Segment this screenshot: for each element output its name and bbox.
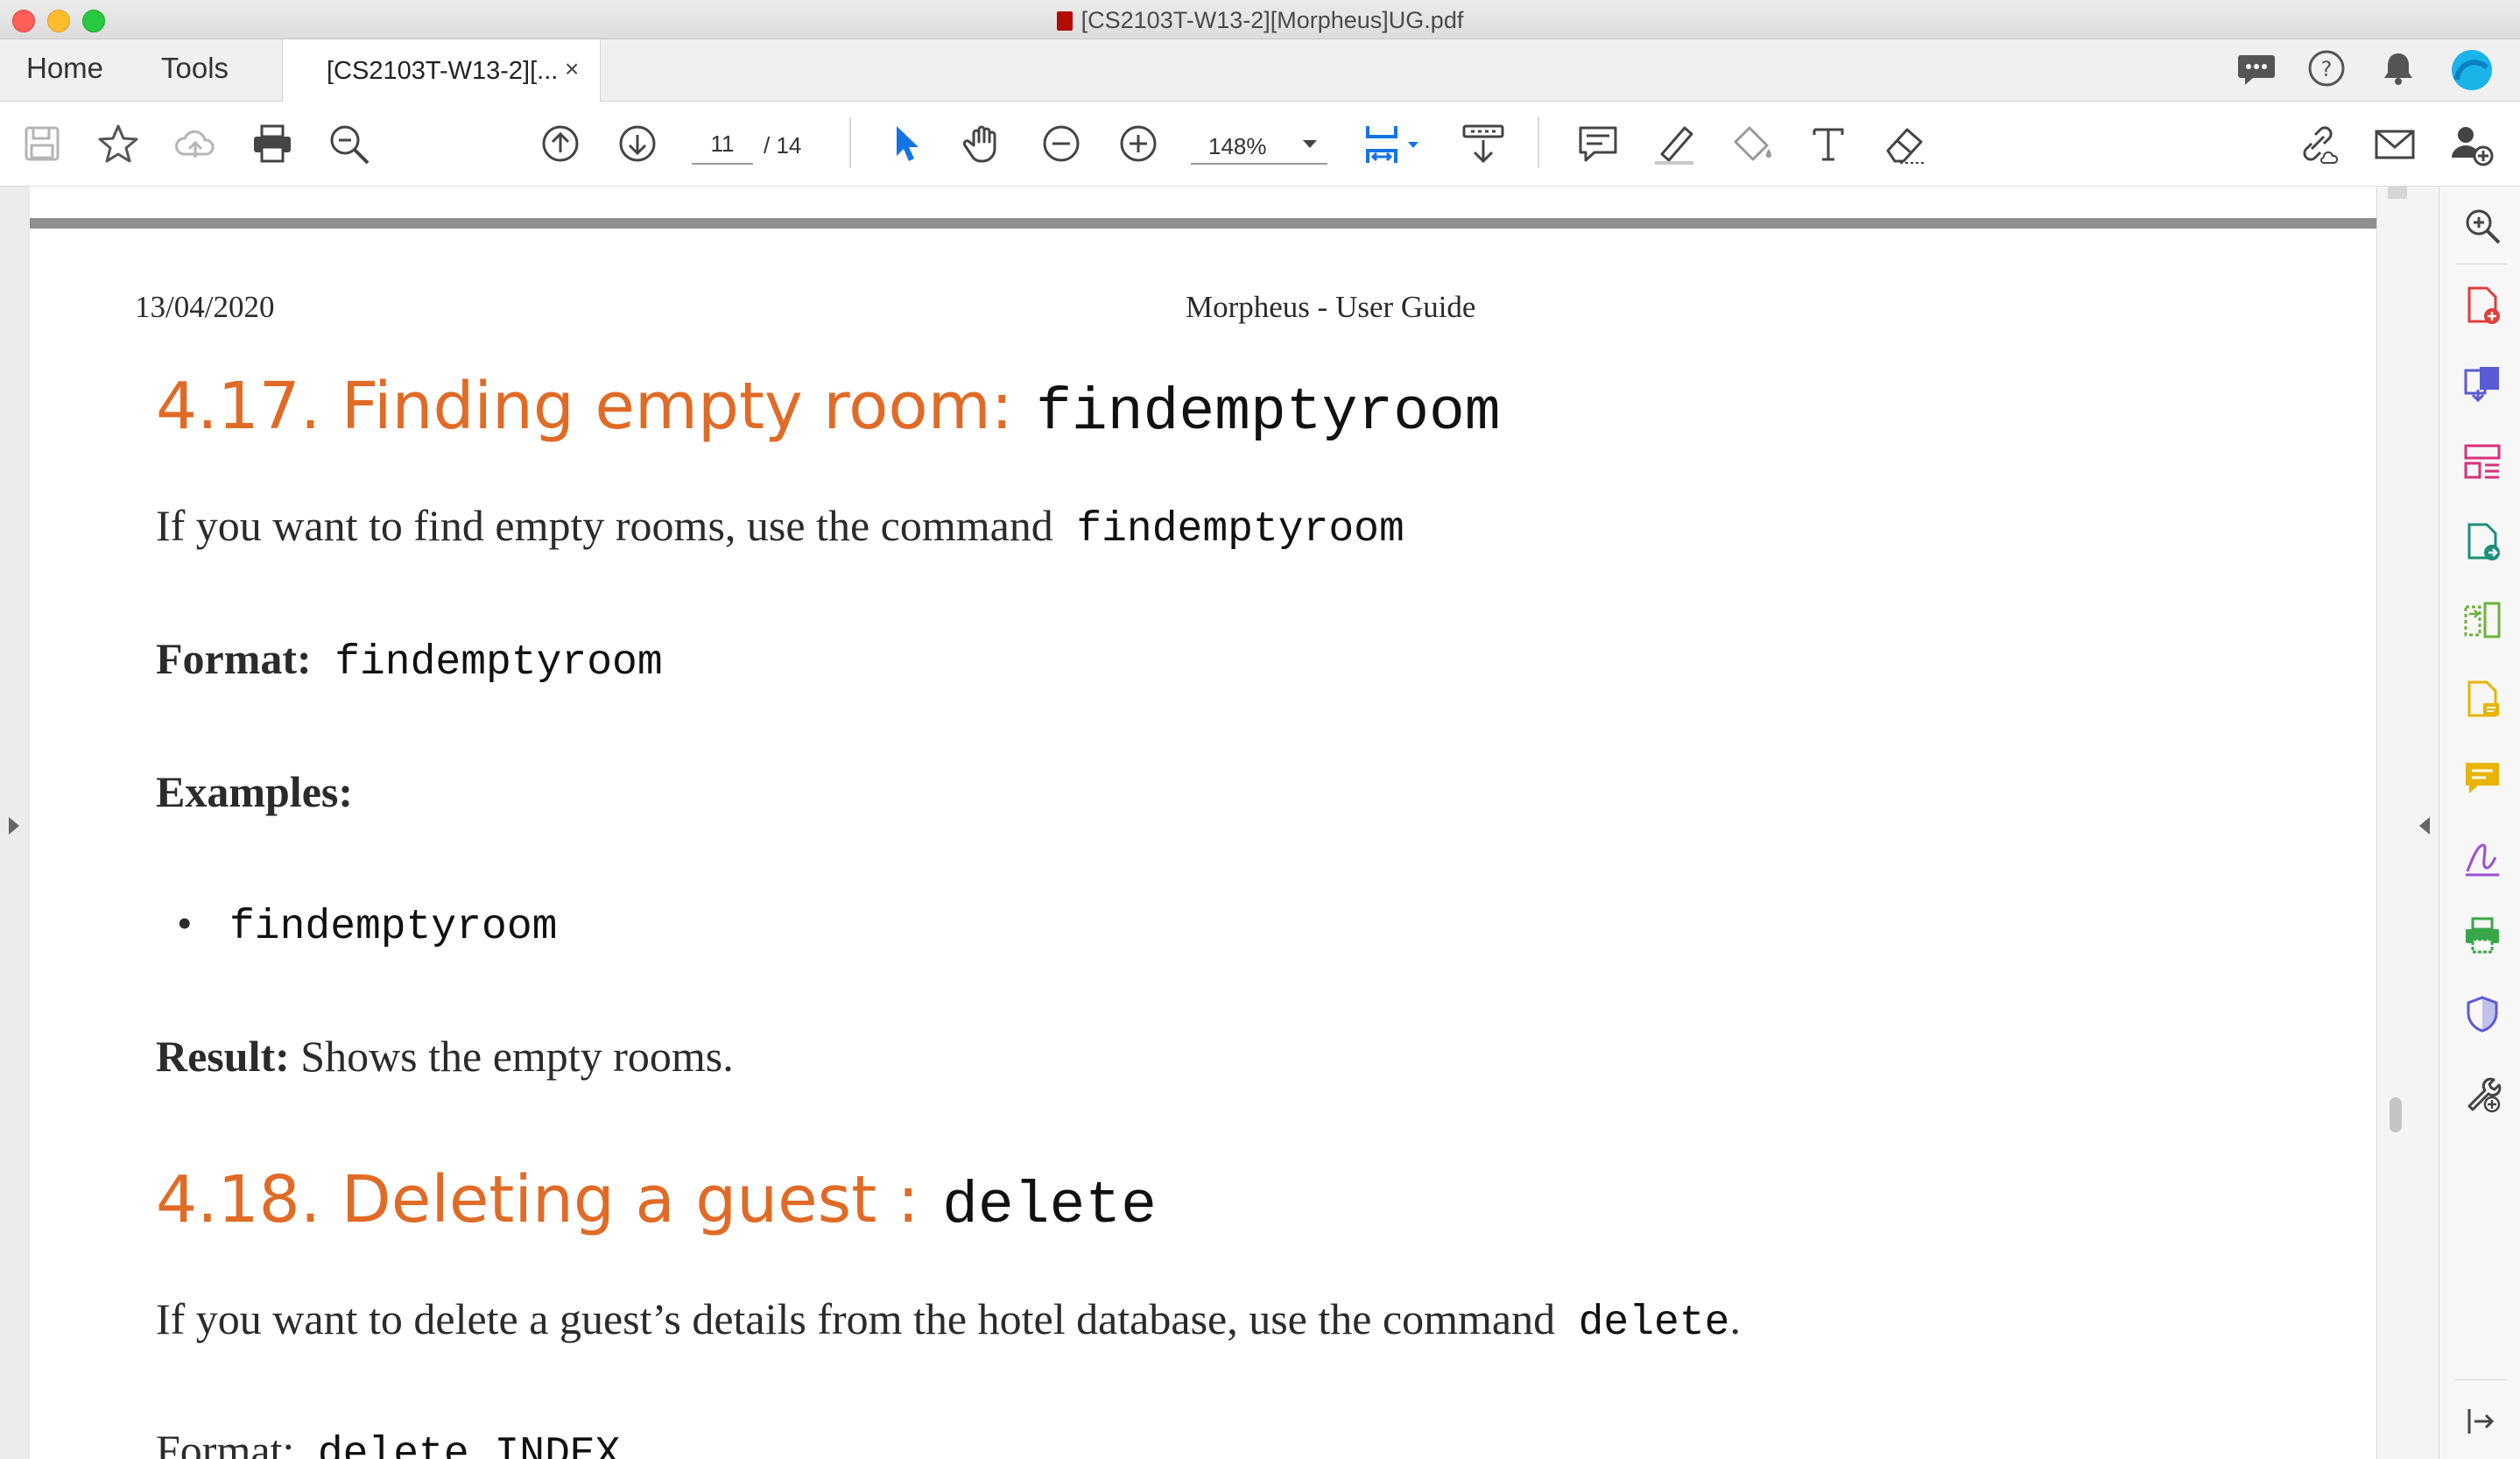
more-tools-icon[interactable]	[2462, 1073, 2502, 1113]
notifications-bell-icon[interactable]	[2378, 48, 2418, 88]
intro-end: .	[1729, 1294, 1741, 1343]
format-label: Format:	[156, 1426, 295, 1459]
result-line: Result: Shows the empty rooms.	[156, 1031, 734, 1082]
page-boundary-rule	[30, 218, 2376, 229]
examples-label: Examples:	[156, 767, 353, 816]
page-number-input[interactable]: 11	[692, 124, 753, 165]
fill-sign-icon[interactable]	[2462, 679, 2502, 719]
vertical-scrollbar[interactable]	[2376, 187, 2439, 1459]
result-label: Result:	[156, 1032, 290, 1081]
search-icon[interactable]	[2462, 206, 2502, 246]
format-command: delete INDEX	[317, 1431, 621, 1459]
tab-home[interactable]: Home	[26, 52, 103, 85]
intro-text: If you want to find empty rooms, use the…	[156, 501, 1053, 550]
print-icon[interactable]	[250, 123, 294, 165]
section-title: 4.17. Finding empty room:	[156, 369, 1013, 444]
export-pdf-icon[interactable]	[2462, 363, 2502, 404]
example-list-item: • findemptyroom	[177, 898, 557, 951]
window-title: [CS2103T-W13-2][Morpheus]UG.pdf	[0, 7, 2520, 34]
section-heading-4-17: 4.17. Finding empty room: findemptyroom	[156, 369, 1501, 447]
help-icon[interactable]: ?	[2306, 48, 2347, 88]
format-command: findemptyroom	[334, 639, 663, 687]
section-command: delete	[942, 1173, 1157, 1240]
intro-command: delete	[1578, 1300, 1730, 1347]
tab-tools[interactable]: Tools	[161, 52, 229, 85]
scrollbar-thumb[interactable]	[2390, 1097, 2402, 1132]
edit-pdf-icon[interactable]	[2462, 521, 2502, 561]
section-command: findemptyroom	[1036, 379, 1501, 447]
format-line: Format: findemptyroom	[156, 633, 663, 687]
print-production-icon[interactable]	[2462, 915, 2502, 955]
comment-icon[interactable]	[1576, 123, 1620, 166]
example-command: findemptyroom	[229, 904, 558, 951]
section-intro: If you want to delete a guest’s details …	[156, 1293, 1741, 1347]
zoom-in-icon[interactable]	[1117, 123, 1159, 165]
toolbar-divider	[1538, 117, 1539, 168]
upload-cloud-icon[interactable]	[173, 123, 217, 165]
collapse-panel-icon[interactable]	[2462, 1404, 2497, 1439]
organize-pages-icon[interactable]	[2462, 442, 2502, 483]
comment-tool-icon[interactable]	[2462, 758, 2502, 798]
share-link-icon[interactable]	[2294, 123, 2341, 166]
document-tab-label: [CS2103T-W13-2][...	[327, 57, 559, 85]
read-mode-icon[interactable]	[1461, 123, 1506, 166]
svg-text:?: ?	[2321, 57, 2333, 81]
select-cursor-icon[interactable]	[888, 123, 926, 165]
format-line: Format: delete INDEX	[156, 1425, 620, 1459]
page-total-label: / 14	[764, 132, 802, 159]
protect-icon[interactable]	[2462, 994, 2502, 1034]
format-label: Format:	[156, 634, 312, 683]
close-tab-button[interactable]: ×	[565, 55, 579, 83]
chat-icon[interactable]	[2236, 48, 2277, 88]
bullet: •	[177, 899, 193, 948]
section-intro: If you want to find empty rooms, use the…	[156, 500, 1404, 553]
section-heading-4-18: 4.18. Deleting a guest : delete	[156, 1162, 1157, 1240]
toolbar-divider	[849, 117, 851, 168]
intro-command: findemptyroom	[1076, 506, 1404, 553]
pane-divider	[2455, 1379, 2506, 1380]
hand-tool-icon[interactable]	[961, 123, 1005, 166]
window-title-text: [CS2103T-W13-2][Morpheus]UG.pdf	[1081, 7, 1464, 33]
toolbar: 11 / 14 148%	[0, 102, 2520, 187]
eraser-icon[interactable]	[1883, 123, 1930, 166]
left-pane-collapsed[interactable]	[0, 187, 31, 1459]
zoom-out-icon[interactable]	[1040, 123, 1082, 165]
zoom-search-icon[interactable]	[327, 123, 373, 166]
account-avatar-icon[interactable]	[2448, 48, 2495, 92]
next-page-icon[interactable]	[616, 123, 658, 165]
fill-color-icon[interactable]	[1728, 123, 1776, 166]
create-pdf-icon[interactable]	[2462, 285, 2502, 325]
page-header-title: Morpheus - User Guide	[1186, 290, 1476, 324]
scrollbar-top-cap	[2388, 187, 2407, 199]
chevron-down-icon	[1303, 140, 1317, 148]
pdf-page: 13/04/2020 Morpheus - User Guide 4.17. F…	[30, 187, 2376, 1459]
page-header-date: 13/04/2020	[135, 290, 275, 324]
tools-pane	[2439, 187, 2520, 1459]
collapse-right-pane-icon[interactable]	[2419, 817, 2430, 835]
add-user-icon[interactable]	[2448, 123, 2497, 166]
zoom-level-select[interactable]: 148%	[1191, 124, 1327, 165]
result-text: Shows the empty rooms.	[300, 1032, 734, 1081]
highlight-pen-icon[interactable]	[1651, 123, 1699, 166]
save-icon[interactable]	[21, 123, 63, 165]
tab-bar: Home Tools [CS2103T-W13-2][... × ?	[0, 39, 2520, 102]
pdf-file-icon	[1056, 11, 1073, 31]
tab-document[interactable]: [CS2103T-W13-2][... ×	[282, 39, 601, 102]
document-viewport[interactable]: 13/04/2020 Morpheus - User Guide 4.17. F…	[0, 187, 2439, 1459]
add-text-icon[interactable]	[1809, 123, 1848, 166]
bookmark-star-icon[interactable]	[96, 123, 140, 165]
sign-icon[interactable]	[2462, 836, 2502, 877]
fit-page-icon[interactable]	[1362, 123, 1424, 166]
compare-icon[interactable]	[2462, 600, 2502, 640]
zoom-level-value: 148%	[1208, 133, 1267, 159]
window-titlebar: [CS2103T-W13-2][Morpheus]UG.pdf	[0, 0, 2520, 39]
previous-page-icon[interactable]	[539, 123, 581, 165]
intro-text: If you want to delete a guest’s details …	[156, 1294, 1556, 1343]
expand-left-pane-icon[interactable]	[9, 817, 19, 835]
email-icon[interactable]	[2373, 123, 2417, 166]
section-title: 4.18. Deleting a guest :	[156, 1162, 919, 1237]
